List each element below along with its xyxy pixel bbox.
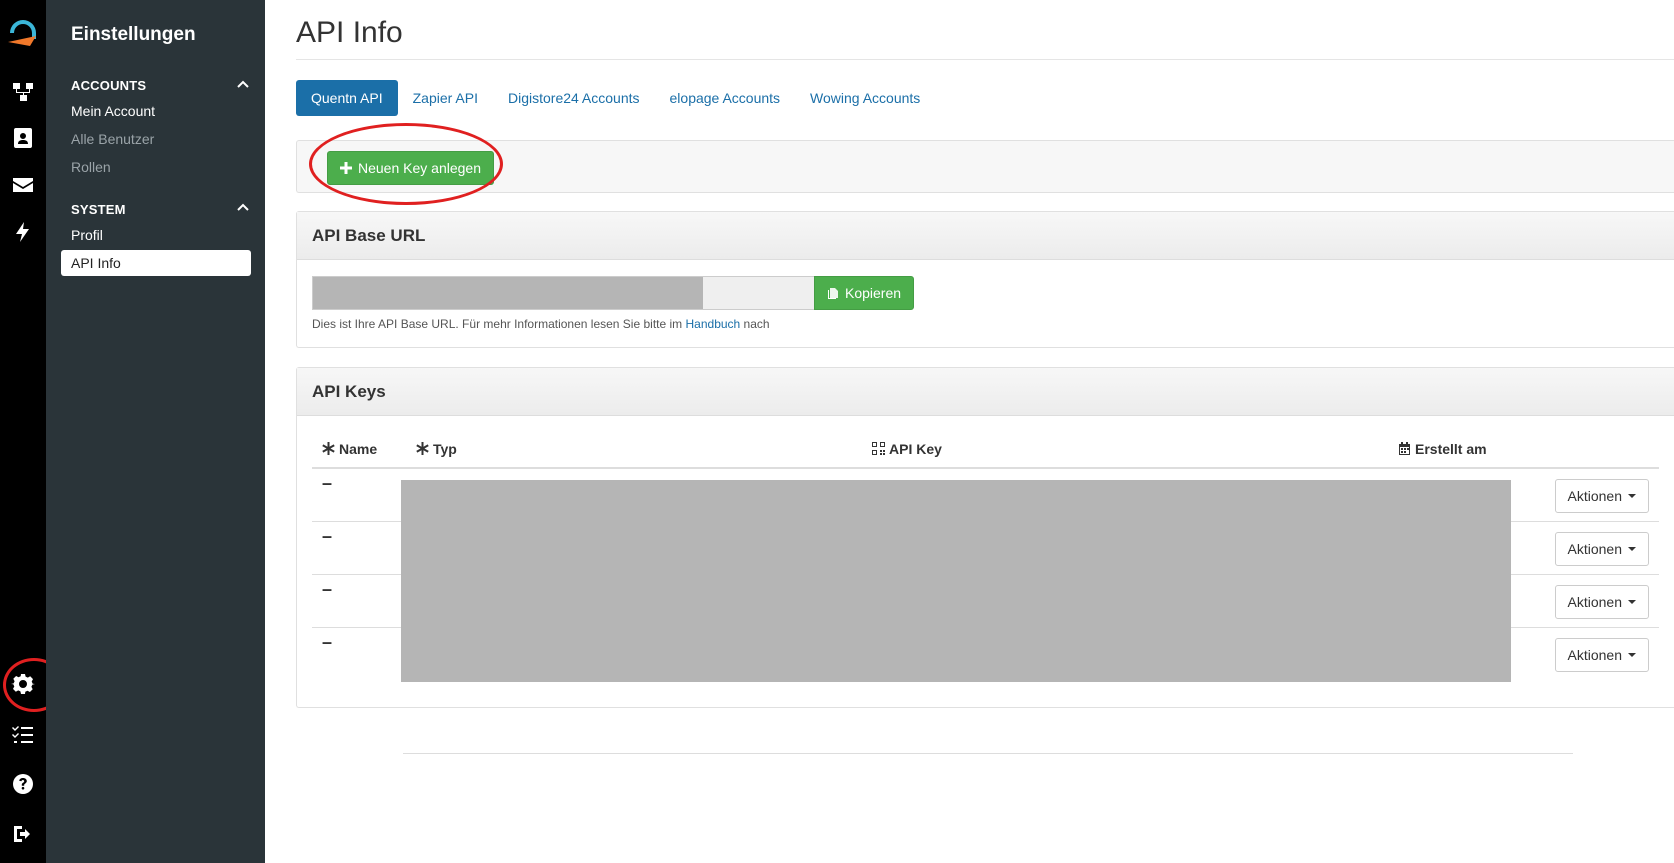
api-keys-heading: API Keys xyxy=(297,368,1674,416)
calendar-icon xyxy=(1398,441,1411,455)
sidebar-item-api-info[interactable]: API Info xyxy=(61,250,251,276)
caret-down-icon xyxy=(1628,547,1636,551)
bolt-icon[interactable] xyxy=(0,212,46,252)
aktionen-dropdown[interactable]: Aktionen xyxy=(1554,532,1649,566)
divider xyxy=(296,59,1674,60)
copy-label: Kopieren xyxy=(845,285,902,301)
section-system[interactable]: SYSTEM xyxy=(71,202,126,217)
asterisk-icon xyxy=(416,441,429,455)
logo-icon[interactable] xyxy=(0,14,46,54)
caret-down-icon xyxy=(1628,653,1636,657)
new-key-button[interactable]: Neuen Key anlegen xyxy=(327,151,494,185)
new-key-label: Neuen Key anlegen xyxy=(358,160,481,176)
help-icon[interactable] xyxy=(0,764,46,804)
cell-name: – xyxy=(312,627,406,680)
api-base-url-heading: API Base URL xyxy=(297,212,1674,260)
cell-name: – xyxy=(312,521,406,575)
col-typ[interactable]: Typ xyxy=(406,430,862,469)
chevron-up-icon[interactable] xyxy=(236,200,250,214)
api-base-url-panel: API Base URL Kopieren Dies ist Ihre API … xyxy=(296,211,1674,348)
tab-wowing-accounts[interactable]: Wowing Accounts xyxy=(795,80,935,116)
url-hint: Dies ist Ihre API Base URL. Für mehr Inf… xyxy=(312,317,770,331)
caret-down-icon xyxy=(1628,600,1636,604)
sidebar-item-mein-account[interactable]: Mein Account xyxy=(71,103,155,119)
chevron-up-icon[interactable] xyxy=(236,77,250,91)
tab-elopage-accounts[interactable]: elopage Accounts xyxy=(655,80,796,116)
aktionen-dropdown[interactable]: Aktionen xyxy=(1554,479,1649,513)
cell-name: – xyxy=(312,574,406,628)
plus-icon xyxy=(340,162,352,174)
checklist-icon[interactable] xyxy=(0,714,46,754)
col-api-key[interactable]: API Key xyxy=(862,430,1388,469)
qrcode-icon xyxy=(872,441,885,455)
sidebar-title: Einstellungen xyxy=(71,24,196,45)
tab-zapier-api[interactable]: Zapier API xyxy=(398,80,493,116)
sidebar-item-alle-benutzer[interactable]: Alle Benutzer xyxy=(71,131,154,147)
mail-icon[interactable] xyxy=(0,165,46,205)
api-keys-panel: API Keys Name Typ API Key Erstellt am – … xyxy=(296,367,1674,708)
flow-icon[interactable] xyxy=(0,72,46,112)
api-base-url-field[interactable] xyxy=(312,276,814,310)
copy-icon xyxy=(828,288,838,299)
page-title: API Info xyxy=(296,16,403,49)
aktionen-dropdown[interactable]: Aktionen xyxy=(1554,585,1649,619)
col-name[interactable]: Name xyxy=(312,430,406,469)
copy-button[interactable]: Kopieren xyxy=(814,276,915,310)
aktionen-dropdown[interactable]: Aktionen xyxy=(1554,638,1649,672)
settings-sidebar: Einstellungen ACCOUNTS Mein Account Alle… xyxy=(46,0,265,863)
logout-icon[interactable] xyxy=(0,814,46,854)
toolbar: Neuen Key anlegen xyxy=(296,123,1674,205)
handbuch-link[interactable]: Handbuch xyxy=(686,317,741,331)
col-erstellt-am[interactable]: Erstellt am xyxy=(1388,430,1659,469)
tab-quentn-api[interactable]: Quentn API xyxy=(296,80,398,116)
footer-divider xyxy=(403,753,1573,754)
table-header-row: Name Typ API Key Erstellt am xyxy=(312,430,1659,469)
url-hint-suffix: nach xyxy=(740,317,770,331)
section-accounts[interactable]: ACCOUNTS xyxy=(71,78,146,93)
redacted-url xyxy=(313,277,703,309)
url-row: Kopieren xyxy=(312,276,915,310)
icon-rail xyxy=(0,0,65,863)
main-content: API Info Quentn API Zapier API Digistore… xyxy=(265,0,1674,863)
url-hint-text: Dies ist Ihre API Base URL. Für mehr Inf… xyxy=(312,317,686,331)
cell-name: – xyxy=(312,467,406,522)
sidebar-item-profil[interactable]: Profil xyxy=(71,227,103,243)
redacted-keys-block xyxy=(401,480,1511,682)
contacts-icon[interactable] xyxy=(0,118,46,158)
gear-icon[interactable] xyxy=(0,664,46,704)
tab-digistore24-accounts[interactable]: Digistore24 Accounts xyxy=(493,80,655,116)
caret-down-icon xyxy=(1628,494,1636,498)
tab-bar: Quentn API Zapier API Digistore24 Accoun… xyxy=(296,80,935,116)
asterisk-icon xyxy=(322,441,335,455)
sidebar-item-rollen[interactable]: Rollen xyxy=(71,159,111,175)
